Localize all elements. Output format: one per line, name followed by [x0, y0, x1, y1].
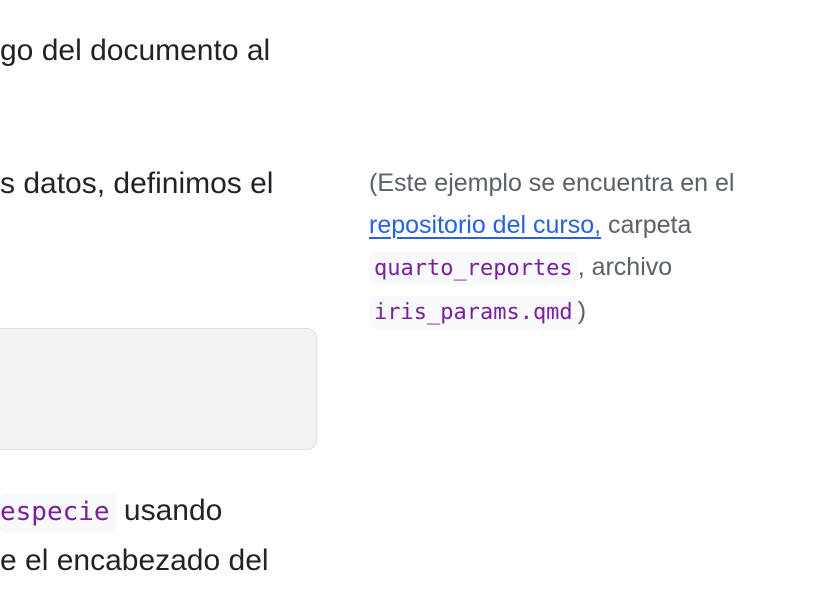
- inline-code-file: iris_params.qmd: [369, 296, 578, 329]
- body-text-line: go del documento al: [0, 34, 271, 67]
- body-text-line: especie usando: [0, 491, 223, 533]
- inline-code-folder: quarto_reportes: [369, 252, 578, 285]
- body-text: usando: [115, 494, 223, 527]
- body-text-line: s datos, definimos el: [0, 167, 274, 200]
- note-text: , archivo: [577, 253, 673, 281]
- code-block: [0, 328, 317, 450]
- body-text-line: e el encabezado del: [0, 544, 269, 577]
- note-text: ): [577, 297, 587, 325]
- inline-code-especie: especie: [0, 493, 116, 533]
- note-text: carpeta: [601, 211, 692, 239]
- margin-note: (Este ejemplo se encuentra en el reposit…: [369, 162, 809, 334]
- repository-link[interactable]: repositorio del curso,: [369, 211, 601, 239]
- note-text: (Este ejemplo se encuentra en el: [369, 169, 735, 197]
